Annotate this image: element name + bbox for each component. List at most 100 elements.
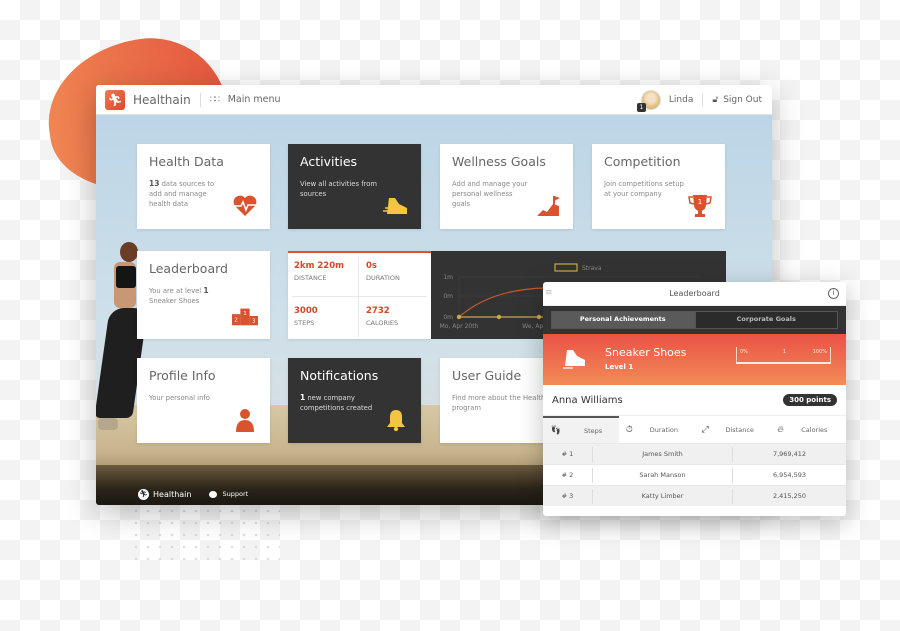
data-point[interactable]	[496, 314, 502, 320]
y-tick-label: 0m	[443, 293, 453, 300]
notification-badge: 1	[636, 103, 646, 112]
tile-activities[interactable]: Activities View all activities from sour…	[288, 144, 421, 229]
activity-stats-card: 2km 220m DISTANCE 0s DURATION 3000 STEPS…	[288, 251, 431, 339]
tile-description: Add and manage your personal wellness go…	[452, 180, 528, 208]
rank-cell: # 1	[543, 446, 593, 462]
support-link[interactable]: Support	[222, 490, 248, 498]
current-user-name: Anna Williams	[552, 394, 623, 406]
chat-bubble-icon	[209, 490, 218, 498]
y-tick-label: 1m	[443, 274, 453, 281]
score-cell: 6,954,593	[772, 471, 807, 479]
tile-wellness-goals[interactable]: Wellness Goals Add and manage your perso…	[440, 144, 573, 229]
svg-text:1: 1	[243, 311, 247, 317]
info-icon[interactable]: i	[828, 288, 839, 299]
metric-tabs: 👣︎ Steps ⏱︎ Duration ⤢ Distance 🔥︎ Calor…	[543, 415, 846, 443]
legend-label-strava: Strava	[582, 265, 602, 272]
tile-description: Join competitions setup at your company	[604, 180, 684, 198]
stage: 🏃︎ Healthain ∷∷ Main menu 1 Linda 🔓︎ Sig…	[0, 0, 900, 631]
hamburger-menu-icon[interactable]: ≡	[545, 289, 553, 298]
tile-profile-info[interactable]: Profile Info Your personal info	[137, 358, 270, 443]
x-tick-label: Mo, Apr 20th	[440, 323, 479, 330]
tile-notifications[interactable]: Notifications 1 new company competitions…	[288, 358, 421, 443]
tile-description: Find more about the Health program	[452, 394, 546, 412]
sign-out-button[interactable]: Sign Out	[723, 95, 762, 105]
progress-mid-label: 1	[783, 349, 787, 355]
stat-steps: 3000 STEPS	[294, 306, 318, 327]
tile-description: 1 new company competitions created	[300, 393, 373, 412]
leaderboard-panel: ≡ Leaderboard i Personal Achievements Co…	[543, 282, 846, 516]
tab-personal-achievements[interactable]: Personal Achievements	[551, 311, 695, 329]
stat-duration: 0s DURATION	[366, 261, 400, 282]
healthain-logo-icon[interactable]: 🏃︎	[105, 89, 125, 110]
tile-title: Wellness Goals	[452, 154, 546, 169]
achievement-banner: Sneaker Shoes Level 1 0% 1 100%	[543, 334, 846, 385]
user-area: 1 Linda 🔓︎ Sign Out	[636, 85, 762, 115]
rank-cell: # 3	[543, 488, 593, 504]
svg-text:1: 1	[698, 198, 702, 206]
metric-tab-duration[interactable]: ⏱︎ Duration	[619, 416, 695, 443]
divider	[702, 93, 704, 107]
bell-icon	[383, 407, 409, 433]
leaderboard-tabs: Personal Achievements Corporate Goals	[543, 306, 846, 334]
name-cell: Sarah Manson	[593, 467, 733, 483]
user-name[interactable]: Linda	[669, 95, 693, 105]
expand-arrows-icon: ⤢	[701, 424, 709, 435]
podium-icon: 213	[232, 303, 258, 329]
tab-corporate-goals[interactable]: Corporate Goals	[694, 311, 838, 329]
stat-distance: 2km 220m DISTANCE	[294, 261, 344, 282]
current-user-row: Anna Williams 300 points	[543, 385, 846, 415]
rank-cell: # 2	[543, 467, 593, 483]
legend-swatch-strava[interactable]	[554, 263, 578, 272]
leaderboard-header: ≡ Leaderboard i	[543, 282, 846, 306]
tile-description: View all activities from sources	[300, 180, 378, 198]
tile-description: Your personal info	[149, 394, 210, 402]
grid-menu-icon[interactable]: ∷∷	[210, 95, 220, 104]
svg-text:3: 3	[252, 319, 256, 325]
name-cell: James Smith	[593, 446, 733, 462]
tile-title: Health Data	[149, 154, 224, 169]
tile-title: Notifications	[300, 368, 379, 383]
points-badge: 300 points	[783, 394, 837, 406]
tile-competition[interactable]: Competition Join competitions setup at y…	[592, 144, 725, 229]
svg-text:2: 2	[234, 318, 238, 324]
flame-icon: 🔥︎	[777, 424, 784, 435]
tile-title: Activities	[300, 154, 358, 169]
metric-tab-distance[interactable]: ⤢ Distance	[695, 416, 771, 443]
achievement-level: Level 1	[605, 363, 634, 371]
runner-logo-icon: 🏃︎	[138, 488, 149, 500]
heart-pulse-icon	[232, 193, 258, 219]
tile-title: Competition	[604, 154, 681, 169]
achievement-progress-bar: 0% 1 100%	[736, 347, 831, 364]
metric-tab-steps[interactable]: 👣︎ Steps	[543, 416, 619, 443]
footer-brand[interactable]: Healthain	[153, 490, 191, 499]
tile-health-data[interactable]: Health Data 13 data sources to add and m…	[137, 144, 270, 229]
stopwatch-icon: ⏱︎	[625, 424, 633, 435]
progress-min-label: 0%	[740, 349, 748, 355]
metric-tab-calories[interactable]: 🔥︎ Calories	[770, 416, 846, 443]
table-row[interactable]: # 2 Sarah Manson 6,954,593	[543, 464, 846, 485]
leaderboard-title: Leaderboard	[669, 289, 720, 298]
progress-max-label: 100%	[812, 349, 827, 355]
score-cell: 7,969,412	[772, 450, 807, 458]
top-bar: 🏃︎ Healthain ∷∷ Main menu 1 Linda 🔓︎ Sig…	[96, 85, 772, 115]
stat-calories: 2732 CALORIES	[366, 306, 399, 327]
leaderboard-table: # 1 James Smith 7,969,412 # 2 Sarah Mans…	[543, 443, 846, 506]
tile-leaderboard[interactable]: Leaderboard You are at level 1 Sneaker Sh…	[137, 251, 270, 339]
data-point[interactable]	[536, 314, 542, 320]
main-menu-button[interactable]: Main menu	[228, 94, 281, 105]
tile-description: You are at level 1 Sneaker Shoes	[149, 286, 209, 305]
mountain-flag-icon	[535, 193, 561, 219]
y-tick-label: 0m	[443, 314, 453, 321]
tile-title: Profile Info	[149, 368, 216, 383]
running-shoe-icon	[383, 193, 409, 219]
brand-name[interactable]: Healthain	[133, 93, 191, 107]
table-row[interactable]: # 1 James Smith 7,969,412	[543, 443, 846, 464]
trophy-icon: 1	[687, 193, 713, 219]
tile-title: Leaderboard	[149, 261, 228, 276]
name-cell: Katty Limber	[593, 488, 733, 504]
avatar[interactable]: 1	[636, 90, 661, 112]
decorative-dots	[130, 505, 280, 565]
data-point[interactable]	[456, 314, 462, 320]
unlock-icon: 🔓︎	[712, 95, 719, 105]
table-row[interactable]: # 3 Katty Limber 2,415,250	[543, 485, 846, 506]
